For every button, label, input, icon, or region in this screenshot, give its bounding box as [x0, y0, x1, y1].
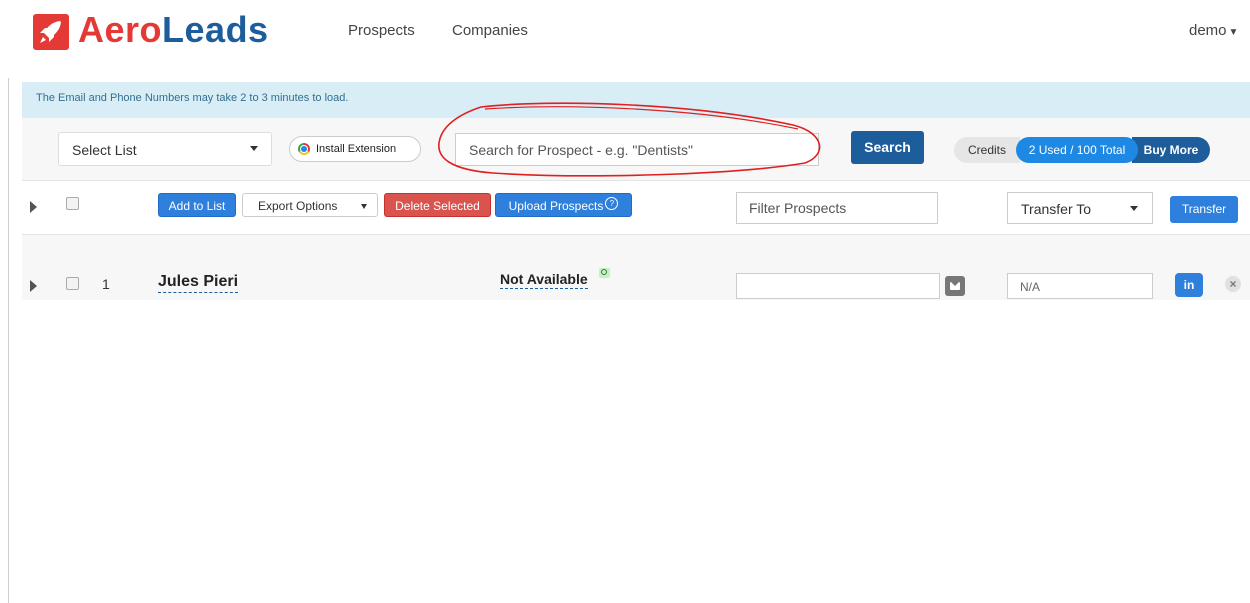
user-name: demo	[1189, 22, 1227, 39]
help-icon: ?	[605, 197, 619, 210]
install-extension-label: Install Extension	[316, 143, 397, 155]
caret-down-icon	[250, 146, 258, 151]
install-extension-button[interactable]: Install Extension	[289, 136, 421, 162]
select-all-checkbox[interactable]	[66, 197, 79, 210]
red-annotation-circle	[438, 102, 821, 177]
add-to-list-button[interactable]: Add to List	[158, 193, 236, 217]
credits-used-badge: 2 Used / 100 Total	[1016, 137, 1138, 163]
transfer-to-dropdown[interactable]: Transfer To	[1007, 192, 1153, 224]
linkedin-icon[interactable]: in	[1175, 273, 1203, 297]
credits-label: Credits	[954, 137, 1020, 163]
caret-down-icon	[1130, 206, 1138, 211]
transfer-button[interactable]: Transfer	[1170, 196, 1238, 223]
export-options-label: Export Options	[258, 199, 338, 213]
logo-part-aero: Aero	[78, 9, 163, 50]
filter-prospects-input[interactable]	[736, 192, 938, 224]
envelope-icon[interactable]	[945, 276, 965, 296]
transfer-to-label: Transfer To	[1021, 201, 1092, 217]
upload-prospects-label: Upload Prospects	[508, 199, 604, 213]
row-checkbox[interactable]	[66, 277, 79, 290]
logo-wordmark[interactable]: AeroLeads	[78, 8, 269, 52]
prospect-status[interactable]: Not Available	[500, 271, 588, 289]
nav-companies-link[interactable]: Companies	[452, 22, 528, 39]
caret-down-icon: ▼	[1228, 27, 1239, 38]
delete-selected-button[interactable]: Delete Selected	[384, 193, 491, 217]
select-list-dropdown[interactable]: Select List	[58, 132, 272, 166]
chrome-icon	[298, 143, 310, 155]
prospect-name-link[interactable]: Jules Pieri	[158, 273, 239, 293]
search-icon[interactable]	[599, 268, 610, 278]
caret-down-icon	[361, 204, 367, 209]
buy-more-button[interactable]: Buy More	[1132, 137, 1210, 163]
nav-prospects-link[interactable]: Prospects	[348, 22, 415, 39]
upload-prospects-button[interactable]: Upload Prospects?	[495, 193, 632, 217]
row-index: 1	[102, 276, 110, 292]
email-field[interactable]	[736, 273, 940, 299]
export-options-dropdown[interactable]: Export Options	[242, 193, 378, 217]
select-list-label: Select List	[72, 142, 137, 158]
user-menu[interactable]: demo ▼	[1189, 22, 1238, 39]
transfer-value-field[interactable]: N/A	[1007, 273, 1153, 299]
search-button[interactable]: Search	[851, 131, 924, 164]
page-divider	[8, 78, 9, 603]
row-expand-icon[interactable]	[30, 280, 37, 292]
info-banner-text: The Email and Phone Numbers may take 2 t…	[36, 92, 349, 104]
logo-part-leads: Leads	[162, 9, 269, 50]
expand-all-icon[interactable]	[30, 201, 37, 213]
logo-icon[interactable]	[33, 14, 69, 50]
remove-icon[interactable]: ×	[1225, 276, 1241, 292]
